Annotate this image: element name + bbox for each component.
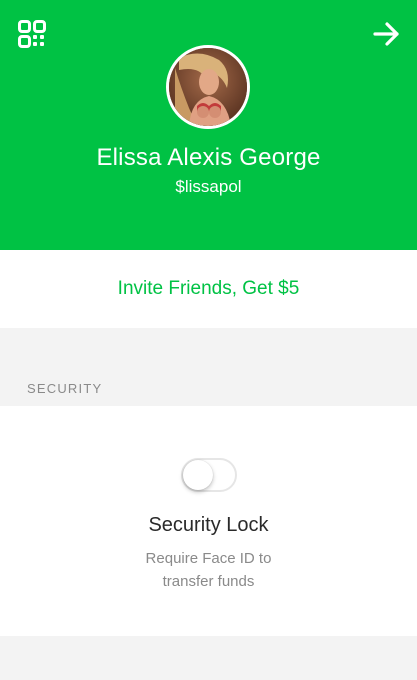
profile-handle: $lissapol [175, 177, 242, 196]
security-lock-description: Require Face ID to transfer funds [0, 547, 417, 593]
security-card: Security Lock Require Face ID to transfe… [0, 406, 417, 636]
toggle-knob [183, 460, 213, 490]
invite-friends-button[interactable]: Invite Friends, Get $5 [0, 250, 417, 328]
section-header-security: SECURITY [27, 381, 103, 396]
avatar[interactable] [166, 45, 250, 129]
security-lock-description-line: transfer funds [162, 573, 255, 590]
invite-label: Invite Friends, Get $5 [117, 278, 300, 299]
forward-button[interactable] [373, 20, 401, 48]
arrow-right-icon [373, 22, 399, 46]
security-lock-title: Security Lock [148, 514, 269, 536]
security-lock-description-line: Require Face ID to [145, 550, 272, 567]
profile-screen: Elissa Alexis George $lissapol Invite Fr… [0, 0, 417, 680]
avatar-photo [169, 48, 247, 126]
security-lock-toggle[interactable] [181, 458, 237, 492]
profile-header: Elissa Alexis George $lissapol [0, 0, 417, 250]
qr-code-icon [18, 20, 46, 48]
qr-code-button[interactable] [18, 20, 46, 48]
profile-name: Elissa Alexis George [96, 144, 321, 171]
